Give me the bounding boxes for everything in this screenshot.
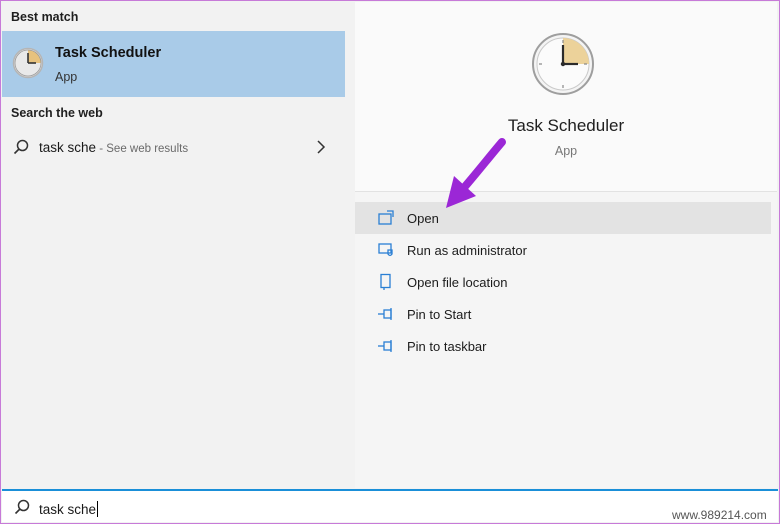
open-window-icon [378,210,394,225]
action-pin-to-taskbar[interactable]: Pin to taskbar [355,330,771,362]
annotation-arrow-icon [446,138,506,208]
chevron-right-icon[interactable] [315,139,327,155]
search-icon [14,499,30,515]
watermark: www.989214.com [672,508,767,522]
web-hint-text: - See web results [96,143,189,155]
app-subtitle: App [554,144,578,158]
file-location-icon [380,273,391,290]
action-pin-to-start-label: Pin to Start [407,307,472,322]
pin-icon [378,340,392,352]
clock-icon [12,47,44,79]
results-pane: Best match Task Scheduler App Search the… [2,2,346,488]
app-title: Task Scheduler [507,116,625,135]
action-open[interactable]: Open [355,202,771,234]
action-open-file-location[interactable]: Open file location [355,266,771,298]
app-preview-header: Task Scheduler App [355,2,777,192]
clock-icon [532,33,594,95]
action-run-as-admin-label: Run as administrator [407,243,527,258]
search-bar[interactable]: task sche [2,489,778,522]
pin-icon [378,308,392,320]
shield-window-icon [378,243,393,257]
search-icon [13,139,29,155]
action-pin-to-taskbar-label: Pin to taskbar [407,339,487,354]
best-match-heading: Best match [11,10,79,24]
web-result-text: task sche - See web results [39,140,188,155]
search-input-value: task sche [39,502,97,517]
web-result-item[interactable]: task sche - See web results [2,132,345,164]
action-pin-to-start[interactable]: Pin to Start [355,298,771,330]
best-match-subtitle: App [55,70,78,84]
preview-pane: Task Scheduler App Open Run as administr… [355,2,777,488]
action-run-as-administrator[interactable]: Run as administrator [355,234,771,266]
best-match-item[interactable]: Task Scheduler App [2,31,345,97]
action-list: Open Run as administrator Open file loca… [355,202,777,362]
text-caret [97,501,99,517]
best-match-title: Task Scheduler [55,45,162,61]
action-open-file-location-label: Open file location [407,275,508,290]
search-web-heading: Search the web [11,106,103,120]
search-input[interactable]: task sche [39,501,99,517]
action-open-label: Open [407,211,439,226]
web-query-text: task sche [39,140,97,155]
